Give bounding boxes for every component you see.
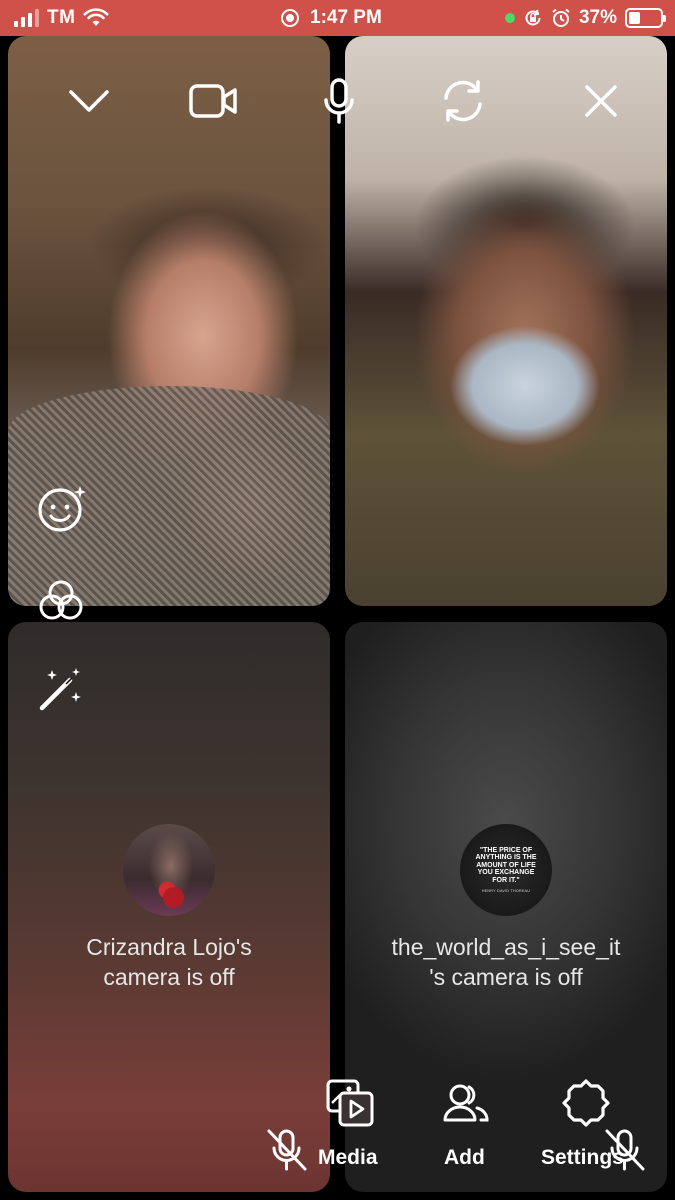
avatar — [123, 824, 215, 916]
battery-percentage: 37% — [578, 7, 617, 28]
switch-camera-icon[interactable] — [440, 78, 486, 124]
video-camera-icon[interactable] — [188, 82, 238, 120]
participant-video-tile[interactable] — [345, 36, 667, 606]
media-button[interactable]: Media — [318, 1146, 378, 1170]
avatar-quote-author: HENRY DAVID THOREAU — [481, 889, 531, 894]
avatar-quote-text: "THE PRICE OF ANYTHING IS THE AMOUNT OF … — [475, 846, 537, 884]
camera-off-label: Crizandra Lojo's camera is off — [86, 934, 252, 990]
camera-in-use-indicator — [504, 13, 515, 23]
filters-icon[interactable] — [38, 578, 84, 622]
add-button[interactable]: Add — [444, 1146, 485, 1170]
avatar: "THE PRICE OF ANYTHING IS THE AMOUNT OF … — [460, 824, 552, 916]
close-icon[interactable] — [584, 84, 618, 118]
media-icon[interactable] — [325, 1078, 375, 1128]
status-bar: TM 1:47 PM 37% — [0, 0, 675, 36]
wifi-icon — [83, 8, 109, 28]
carrier-name: TM — [47, 7, 76, 28]
battery-icon — [625, 8, 666, 28]
clock-time: 1:47 PM — [310, 7, 382, 28]
add-people-icon[interactable] — [442, 1082, 490, 1124]
microphone-icon[interactable] — [322, 78, 356, 124]
muted-microphone-icon — [604, 1128, 646, 1172]
muted-microphone-icon — [266, 1128, 308, 1172]
screen-recording-icon — [280, 8, 300, 28]
camera-off-label: the_world_as_i_see_it 's camera is off — [391, 934, 621, 990]
magic-wand-icon[interactable] — [38, 666, 84, 712]
rotation-lock-icon — [523, 8, 543, 28]
chevron-down-icon[interactable] — [68, 86, 110, 116]
face-effects-icon[interactable] — [36, 484, 88, 534]
alarm-icon — [551, 8, 571, 28]
participant-tile-world[interactable]: "THE PRICE OF ANYTHING IS THE AMOUNT OF … — [345, 622, 667, 1192]
settings-gear-icon[interactable] — [561, 1078, 611, 1128]
cellular-signal-icon — [14, 9, 39, 27]
